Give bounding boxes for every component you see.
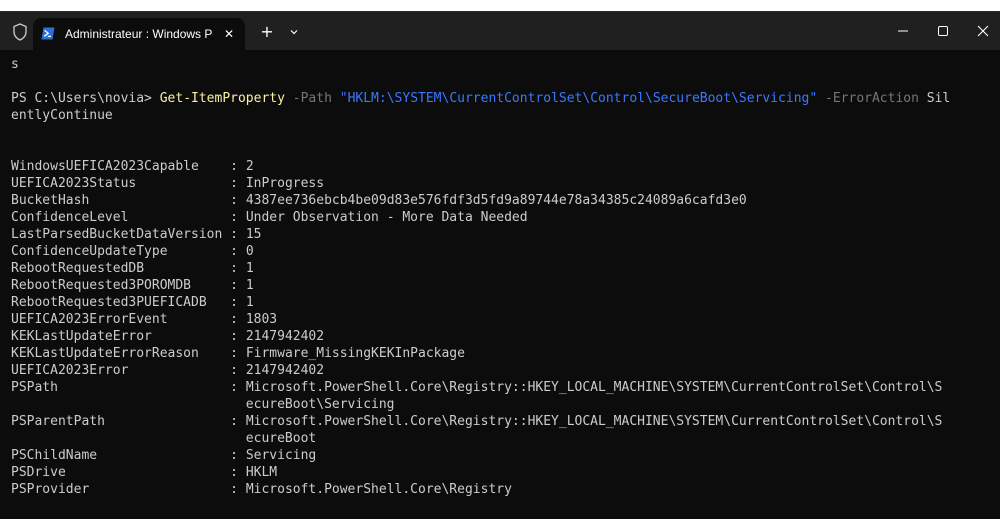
property-name: PSPath : xyxy=(11,380,246,395)
new-tab-button[interactable]: + xyxy=(256,22,278,42)
close-icon[interactable] xyxy=(960,12,1000,50)
tab-title: Administrateur : Windows PowerShell xyxy=(65,27,213,41)
property-row: PSParentPath : Microsoft.PowerShell.Core… xyxy=(11,413,1000,430)
property-name: PSProvider : xyxy=(11,482,246,497)
property-name: ConfidenceUpdateType : xyxy=(11,244,246,259)
property-row: WindowsUEFICA2023Capable : 2 xyxy=(11,158,1000,175)
property-value: Microsoft.PowerShell.Core\Registry::HKEY… xyxy=(245,414,943,429)
property-name: WindowsUEFICA2023Capable : xyxy=(11,159,246,174)
property-value: Microsoft.PowerShell.Core\Registry::HKEY… xyxy=(245,380,943,395)
close-tab-button[interactable]: ✕ xyxy=(219,24,239,44)
terminal-output[interactable]: s PS C:\Users\novia> Get-ItemProperty -P… xyxy=(0,50,1000,519)
property-row: PSProvider : Microsoft.PowerShell.Core\R… xyxy=(11,481,1000,498)
property-value: HKLM xyxy=(245,465,278,480)
property-name: PSDrive : xyxy=(11,465,246,480)
property-name: ConfidenceLevel : xyxy=(11,210,246,225)
property-row: RebootRequested3PUEFICADB : 1 xyxy=(11,294,1000,311)
property-row: KEKLastUpdateErrorReason : Firmware_Miss… xyxy=(11,345,1000,362)
property-name: UEFICA2023Status : xyxy=(11,176,246,191)
property-row: PSPath : Microsoft.PowerShell.Core\Regis… xyxy=(11,379,1000,396)
property-value-wrap: ecureBoot xyxy=(11,431,317,446)
property-value: 1 xyxy=(245,278,254,293)
property-name: PSChildName : xyxy=(11,448,246,463)
erroraction-value: Sil xyxy=(926,91,951,106)
property-list: WindowsUEFICA2023Capable : 2 UEFICA2023St… xyxy=(11,158,1000,498)
property-value: 4387ee736ebcb4be09d83e576fdf3d5fd9a89744… xyxy=(245,193,747,208)
property-name: RebootRequested3PUEFICADB : xyxy=(11,295,246,310)
property-value: Microsoft.PowerShell.Core\Registry xyxy=(245,482,512,497)
shield-icon xyxy=(13,23,27,41)
property-row: PSDrive : HKLM xyxy=(11,464,1000,481)
property-name: UEFICA2023ErrorEvent : xyxy=(11,312,246,327)
title-bar: Administrateur : Windows PowerShell ✕ + xyxy=(0,12,1000,50)
property-name: BucketHash : xyxy=(11,193,246,208)
prompt: PS C:\Users\novia> xyxy=(11,91,160,106)
property-value-wrap: ecureBoot\Servicing xyxy=(11,397,395,412)
property-row: UEFICA2023Status : InProgress xyxy=(11,175,1000,192)
property-name: KEKLastUpdateErrorReason : xyxy=(11,346,246,361)
property-row: BucketHash : 4387ee736ebcb4be09d83e576fd… xyxy=(11,192,1000,209)
command-line-wrap: entlyContinue xyxy=(11,108,113,123)
property-row: UEFICA2023ErrorEvent : 1803 xyxy=(11,311,1000,328)
property-row: ConfidenceUpdateType : 0 xyxy=(11,243,1000,260)
property-value: 1 xyxy=(245,295,254,310)
property-value: 2147942402 xyxy=(245,363,325,378)
powershell-icon xyxy=(41,27,55,40)
property-value: Servicing xyxy=(245,448,317,463)
cmdlet: Get-ItemProperty xyxy=(159,91,285,106)
property-row: PSChildName : Servicing xyxy=(11,447,1000,464)
erroraction-parameter: -ErrorAction xyxy=(825,91,919,106)
output-line: s xyxy=(11,57,19,72)
property-row: RebootRequestedDB : 1 xyxy=(11,260,1000,277)
property-row: RebootRequested3POROMDB : 1 xyxy=(11,277,1000,294)
tab-powershell[interactable]: Administrateur : Windows PowerShell ✕ xyxy=(33,18,245,50)
property-row: UEFICA2023Error : 2147942402 xyxy=(11,362,1000,379)
property-row: LastParsedBucketDataVersion : 15 xyxy=(11,226,1000,243)
property-name: UEFICA2023Error : xyxy=(11,363,246,378)
property-value: InProgress xyxy=(245,176,325,191)
property-name: LastParsedBucketDataVersion : xyxy=(11,227,246,242)
property-value: 0 xyxy=(245,244,254,259)
path-parameter: -Path xyxy=(292,91,332,106)
property-value: 15 xyxy=(245,227,262,242)
property-name: KEKLastUpdateError : xyxy=(11,329,246,344)
property-row: KEKLastUpdateError : 2147942402 xyxy=(11,328,1000,345)
path-value: "HKLM:\SYSTEM\CurrentControlSet\Control\… xyxy=(339,91,818,106)
property-name: RebootRequested3POROMDB : xyxy=(11,278,246,293)
terminal-window: Administrateur : Windows PowerShell ✕ + … xyxy=(0,11,1000,519)
property-value: Under Observation - More Data Needed xyxy=(245,210,528,225)
chevron-down-icon[interactable] xyxy=(284,22,304,42)
property-value: 1 xyxy=(245,261,254,276)
property-value: Firmware_MissingKEKInPackage xyxy=(245,346,465,361)
command-line: PS C:\Users\novia> Get-ItemProperty -Pat… xyxy=(11,90,1000,107)
property-value: 2147942402 xyxy=(245,329,325,344)
property-row: ConfidenceLevel : Under Observation - Mo… xyxy=(11,209,1000,226)
property-name: PSParentPath : xyxy=(11,414,246,429)
property-value: 2 xyxy=(245,159,254,174)
property-value: 1803 xyxy=(245,312,278,327)
property-name: RebootRequestedDB : xyxy=(11,261,246,276)
